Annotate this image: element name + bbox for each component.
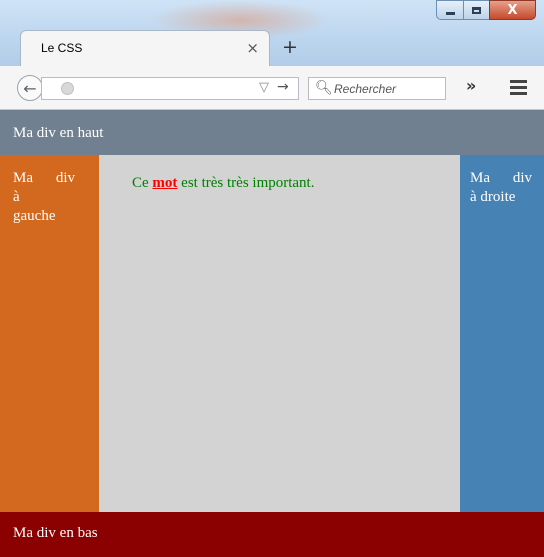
left-div: Ma div à gauche xyxy=(0,155,99,512)
globe-icon xyxy=(61,82,74,95)
right-word: Ma xyxy=(470,170,490,186)
top-div-text: Ma div en haut xyxy=(13,125,104,141)
tab-title: Le CSS xyxy=(41,41,83,55)
bottom-div-text: Ma div en bas xyxy=(13,525,98,541)
navigation-toolbar: ← ▽ → 🔍︎ Rechercher » xyxy=(0,66,544,110)
close-window-button[interactable]: X xyxy=(489,0,536,20)
page-viewport: Ma div en haut Ma div à gauche Ce mot es… xyxy=(0,110,544,557)
center-div: Ce mot est très très important. xyxy=(99,155,460,512)
right-word: div xyxy=(512,170,532,186)
bottom-div: Ma div en bas xyxy=(0,512,544,557)
url-bar[interactable]: ▽ → xyxy=(41,77,299,100)
hamburger-menu-icon[interactable] xyxy=(510,80,527,98)
top-div: Ma div en haut xyxy=(0,110,544,155)
browser-window: X Le CSS × + ← ▽ → 🔍︎ Rechercher » Ma di… xyxy=(0,0,544,557)
back-button[interactable]: ← xyxy=(17,75,43,101)
left-word: à xyxy=(13,189,20,205)
center-text-after: est très très important. xyxy=(177,175,315,191)
search-input[interactable]: 🔍︎ Rechercher xyxy=(308,77,446,100)
right-word: à droite xyxy=(470,189,516,205)
left-word: gauche xyxy=(13,208,56,224)
left-word: Ma xyxy=(13,170,33,186)
left-div-line: Ma div xyxy=(13,169,75,188)
important-word: mot xyxy=(152,175,178,191)
maximize-button[interactable] xyxy=(463,0,489,20)
center-text-before: Ce xyxy=(132,175,153,191)
tab-close-icon[interactable]: × xyxy=(246,39,259,57)
minimize-button[interactable] xyxy=(436,0,463,20)
left-word: div xyxy=(55,170,75,186)
tab-le-css[interactable]: Le CSS × xyxy=(20,30,270,66)
new-tab-button[interactable]: + xyxy=(282,36,298,58)
maximize-icon xyxy=(472,6,481,14)
search-placeholder: Rechercher xyxy=(334,82,397,96)
minimize-icon xyxy=(445,11,455,15)
search-icon: 🔍︎ xyxy=(315,80,333,96)
back-arrow-icon: ← xyxy=(23,78,37,98)
window-controls: X xyxy=(436,0,536,20)
title-bar[interactable]: X Le CSS × + xyxy=(0,0,544,66)
close-icon: X xyxy=(507,2,518,18)
overflow-chevron-button[interactable]: » xyxy=(466,76,476,95)
go-arrow-icon[interactable]: → xyxy=(277,79,289,95)
right-div: Ma div à droite xyxy=(460,155,544,512)
right-div-line: Ma div xyxy=(470,169,532,188)
history-dropdown-icon[interactable]: ▽ xyxy=(259,80,269,95)
